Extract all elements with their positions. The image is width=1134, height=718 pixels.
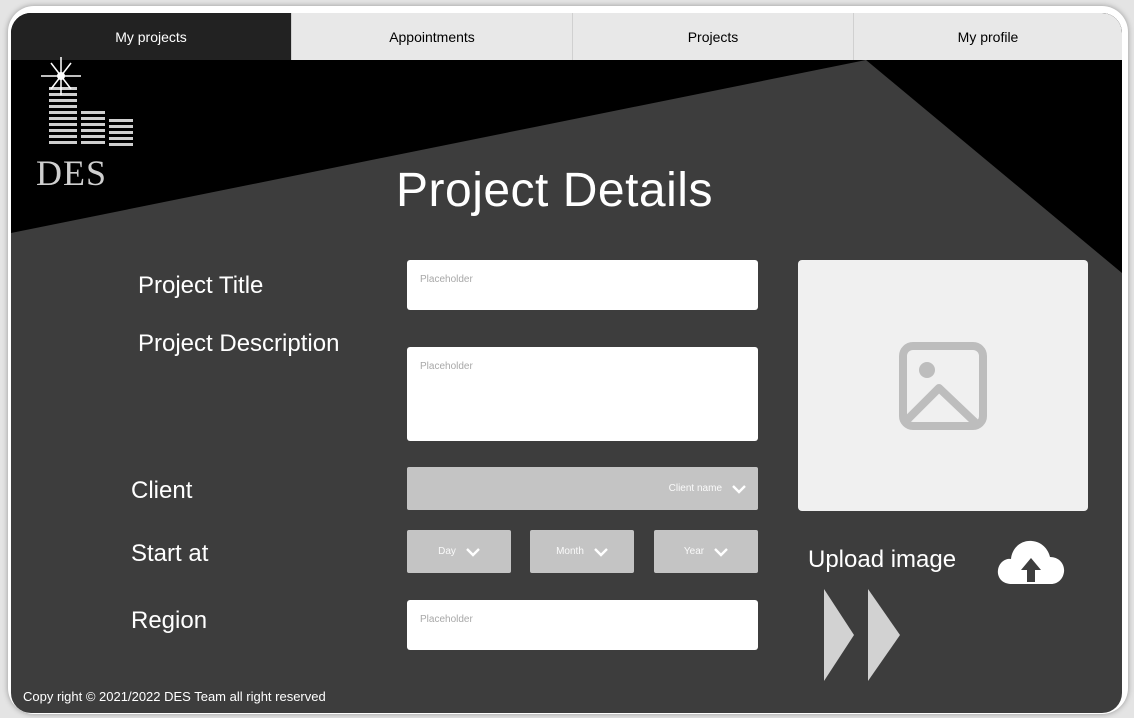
- client-select-value: Client name: [668, 483, 722, 494]
- logo-text: DES: [36, 153, 108, 193]
- day-select[interactable]: Day: [407, 530, 511, 573]
- project-description-label: Project Description: [138, 330, 340, 357]
- fast-forward-icon[interactable]: [822, 589, 902, 681]
- image-preview[interactable]: [798, 260, 1088, 511]
- client-select[interactable]: Client name: [407, 467, 758, 510]
- upload-image-label: Upload image: [808, 546, 957, 573]
- year-select[interactable]: Year: [654, 530, 758, 573]
- image-icon: [899, 341, 987, 430]
- project-title-label: Project Title: [138, 272, 264, 299]
- chevron-down-icon: [732, 484, 746, 494]
- chevron-down-icon: [594, 547, 608, 557]
- chevron-down-icon: [714, 547, 728, 557]
- chevron-down-icon: [466, 547, 480, 557]
- project-title-input[interactable]: Placeholder: [407, 260, 758, 310]
- top-navigation: My projects Appointments Projects My pro…: [11, 13, 1122, 60]
- page-title: Project Details: [396, 164, 713, 217]
- tab-my-profile[interactable]: My profile: [854, 13, 1122, 60]
- day-select-value: Day: [438, 546, 456, 557]
- tab-appointments[interactable]: Appointments: [292, 13, 573, 60]
- month-select-value: Month: [556, 546, 584, 557]
- year-select-value: Year: [683, 546, 705, 557]
- tab-projects[interactable]: Projects: [573, 13, 854, 60]
- client-label: Client: [131, 477, 193, 504]
- footer-copyright: Copy right © 2021/2022 DES Team all righ…: [23, 689, 326, 704]
- region-input[interactable]: Placeholder: [407, 600, 758, 650]
- month-select[interactable]: Month: [530, 530, 634, 573]
- project-description-input[interactable]: Placeholder: [407, 347, 758, 441]
- app-screen: My projects Appointments Projects My pro…: [11, 13, 1122, 713]
- region-label: Region: [131, 607, 208, 634]
- cloud-upload-icon[interactable]: [997, 538, 1065, 586]
- start-at-label: Start at: [131, 540, 209, 567]
